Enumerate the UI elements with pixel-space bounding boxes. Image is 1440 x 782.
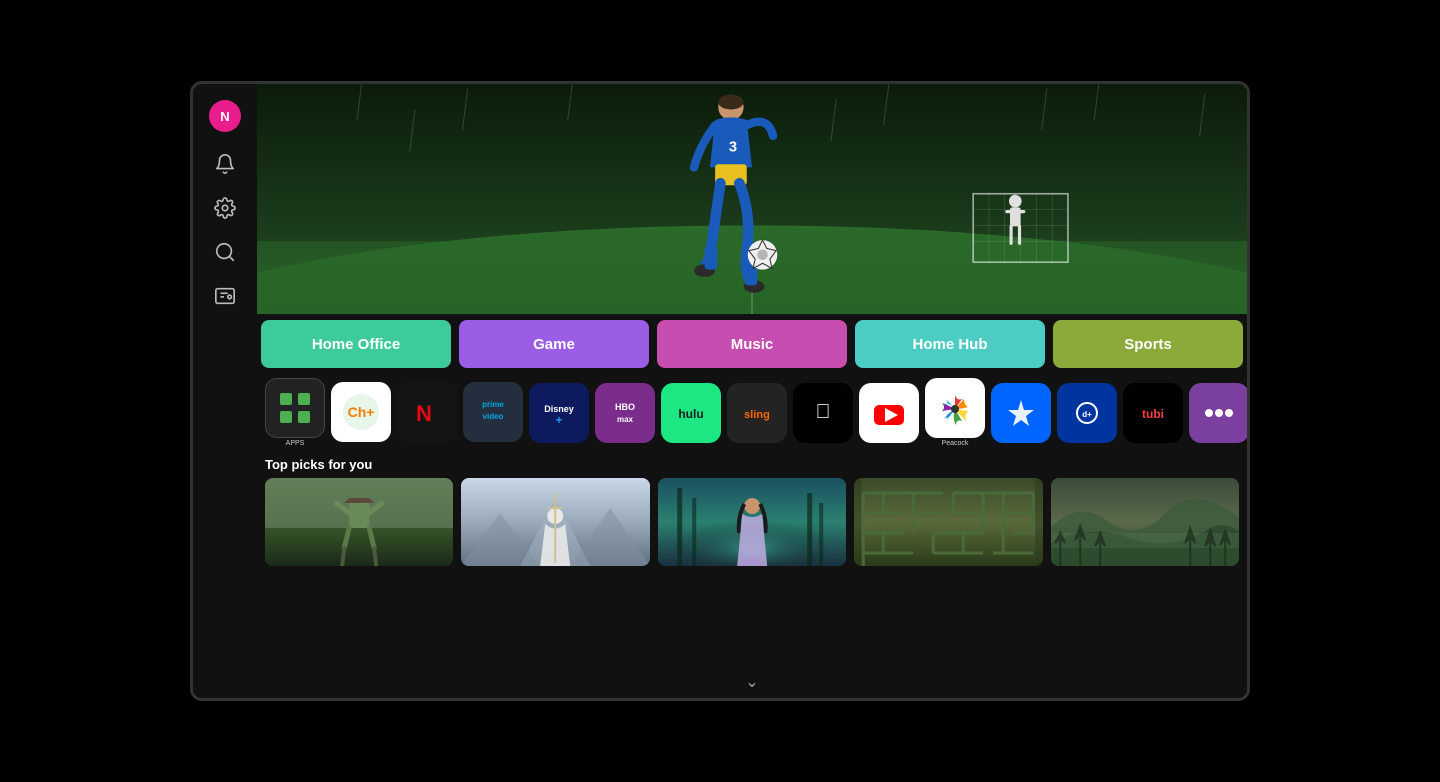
- app-wrapper-netflix: N: [397, 382, 457, 444]
- app-wrapper-apps: APPS: [265, 378, 325, 447]
- soccer-scene-svg: 3: [257, 84, 1247, 314]
- app-icon-more[interactable]: [1189, 383, 1247, 443]
- app-wrapper-peacock: Peacock: [925, 378, 985, 447]
- svg-text:d+: d+: [1082, 410, 1092, 419]
- settings-icon[interactable]: [213, 196, 237, 220]
- app-wrapper-youtube: [859, 383, 919, 443]
- svg-text:max: max: [617, 415, 634, 424]
- app-wrapper-hbo: HBO max: [595, 383, 655, 443]
- svg-text:hulu: hulu: [678, 407, 703, 421]
- main-content: 3: [257, 84, 1247, 698]
- sidebar: N: [193, 84, 257, 698]
- profile-icon[interactable]: [213, 284, 237, 308]
- app-icon-youtube[interactable]: [859, 383, 919, 443]
- app-wrapper-more: [1189, 383, 1247, 443]
- pick-thumb-2[interactable]: [461, 478, 649, 566]
- svg-text:sling: sling: [744, 409, 770, 421]
- app-wrapper-prime: prime video: [463, 382, 523, 444]
- app-wrapper-sling: sling: [727, 383, 787, 443]
- category-home-office[interactable]: Home Office: [261, 320, 451, 368]
- svg-text:N: N: [416, 401, 432, 426]
- app-icon-netflix[interactable]: N: [397, 382, 457, 442]
- app-icon-peacock[interactable]: [925, 378, 985, 438]
- app-icon-tubi[interactable]: tubi: [1123, 383, 1183, 443]
- pick-thumb-4[interactable]: [854, 478, 1042, 566]
- pick-thumb-1[interactable]: [265, 478, 453, 566]
- user-avatar[interactable]: N: [209, 100, 241, 132]
- app-wrapper-discovery: d+: [1057, 383, 1117, 443]
- pick-thumb-5[interactable]: [1051, 478, 1239, 566]
- app-wrapper-disney: Disney +: [529, 383, 589, 443]
- app-icon-prime[interactable]: prime video: [463, 382, 523, 442]
- app-label-peacock: Peacock: [942, 440, 969, 447]
- svg-text:HBO: HBO: [615, 402, 635, 412]
- app-icon-sling[interactable]: sling: [727, 383, 787, 443]
- pick-thumb-3[interactable]: [658, 478, 846, 566]
- scroll-indicator-container: ⌄: [257, 692, 1247, 698]
- svg-text:: : [816, 401, 831, 423]
- category-music[interactable]: Music: [657, 320, 847, 368]
- top-picks-row: [265, 478, 1239, 566]
- category-sports[interactable]: Sports: [1053, 320, 1243, 368]
- notification-icon[interactable]: [213, 152, 237, 176]
- app-icon-appletv[interactable]: : [793, 383, 853, 443]
- category-game[interactable]: Game: [459, 320, 649, 368]
- app-wrapper-hulu: hulu: [661, 383, 721, 443]
- app-icon-discovery[interactable]: d+: [1057, 383, 1117, 443]
- svg-text:tubi: tubi: [1142, 407, 1164, 421]
- apps-row: APPS Ch+ N: [257, 374, 1247, 451]
- category-home-hub[interactable]: Home Hub: [855, 320, 1045, 368]
- app-wrapper-paramount: [991, 383, 1051, 443]
- app-wrapper-tubi: tubi: [1123, 383, 1183, 443]
- app-label-apps: APPS: [286, 440, 305, 447]
- svg-text:3: 3: [729, 140, 737, 156]
- category-bar: Home Office Game Music Home Hub Sports: [257, 314, 1247, 374]
- app-wrapper-appletv: : [793, 383, 853, 443]
- app-icon-disney[interactable]: Disney +: [529, 383, 589, 443]
- top-picks-section: Top picks for you: [257, 451, 1247, 692]
- svg-text:+: +: [555, 413, 562, 427]
- top-picks-title: Top picks for you: [265, 457, 1239, 472]
- search-icon[interactable]: [213, 240, 237, 264]
- svg-text:Ch+: Ch+: [348, 404, 375, 420]
- scroll-down-icon[interactable]: ⌄: [745, 672, 758, 692]
- app-icon-hbo[interactable]: HBO max: [595, 383, 655, 443]
- app-wrapper-ch: Ch+: [331, 382, 391, 444]
- app-icon-paramount[interactable]: [991, 383, 1051, 443]
- svg-text:video: video: [483, 412, 504, 421]
- svg-text:prime: prime: [482, 400, 504, 409]
- app-icon-hulu[interactable]: hulu: [661, 383, 721, 443]
- tv-frame: N: [190, 81, 1250, 701]
- app-icon-apps[interactable]: [265, 378, 325, 438]
- hero-banner[interactable]: 3: [257, 84, 1247, 314]
- app-icon-ch[interactable]: Ch+: [331, 382, 391, 442]
